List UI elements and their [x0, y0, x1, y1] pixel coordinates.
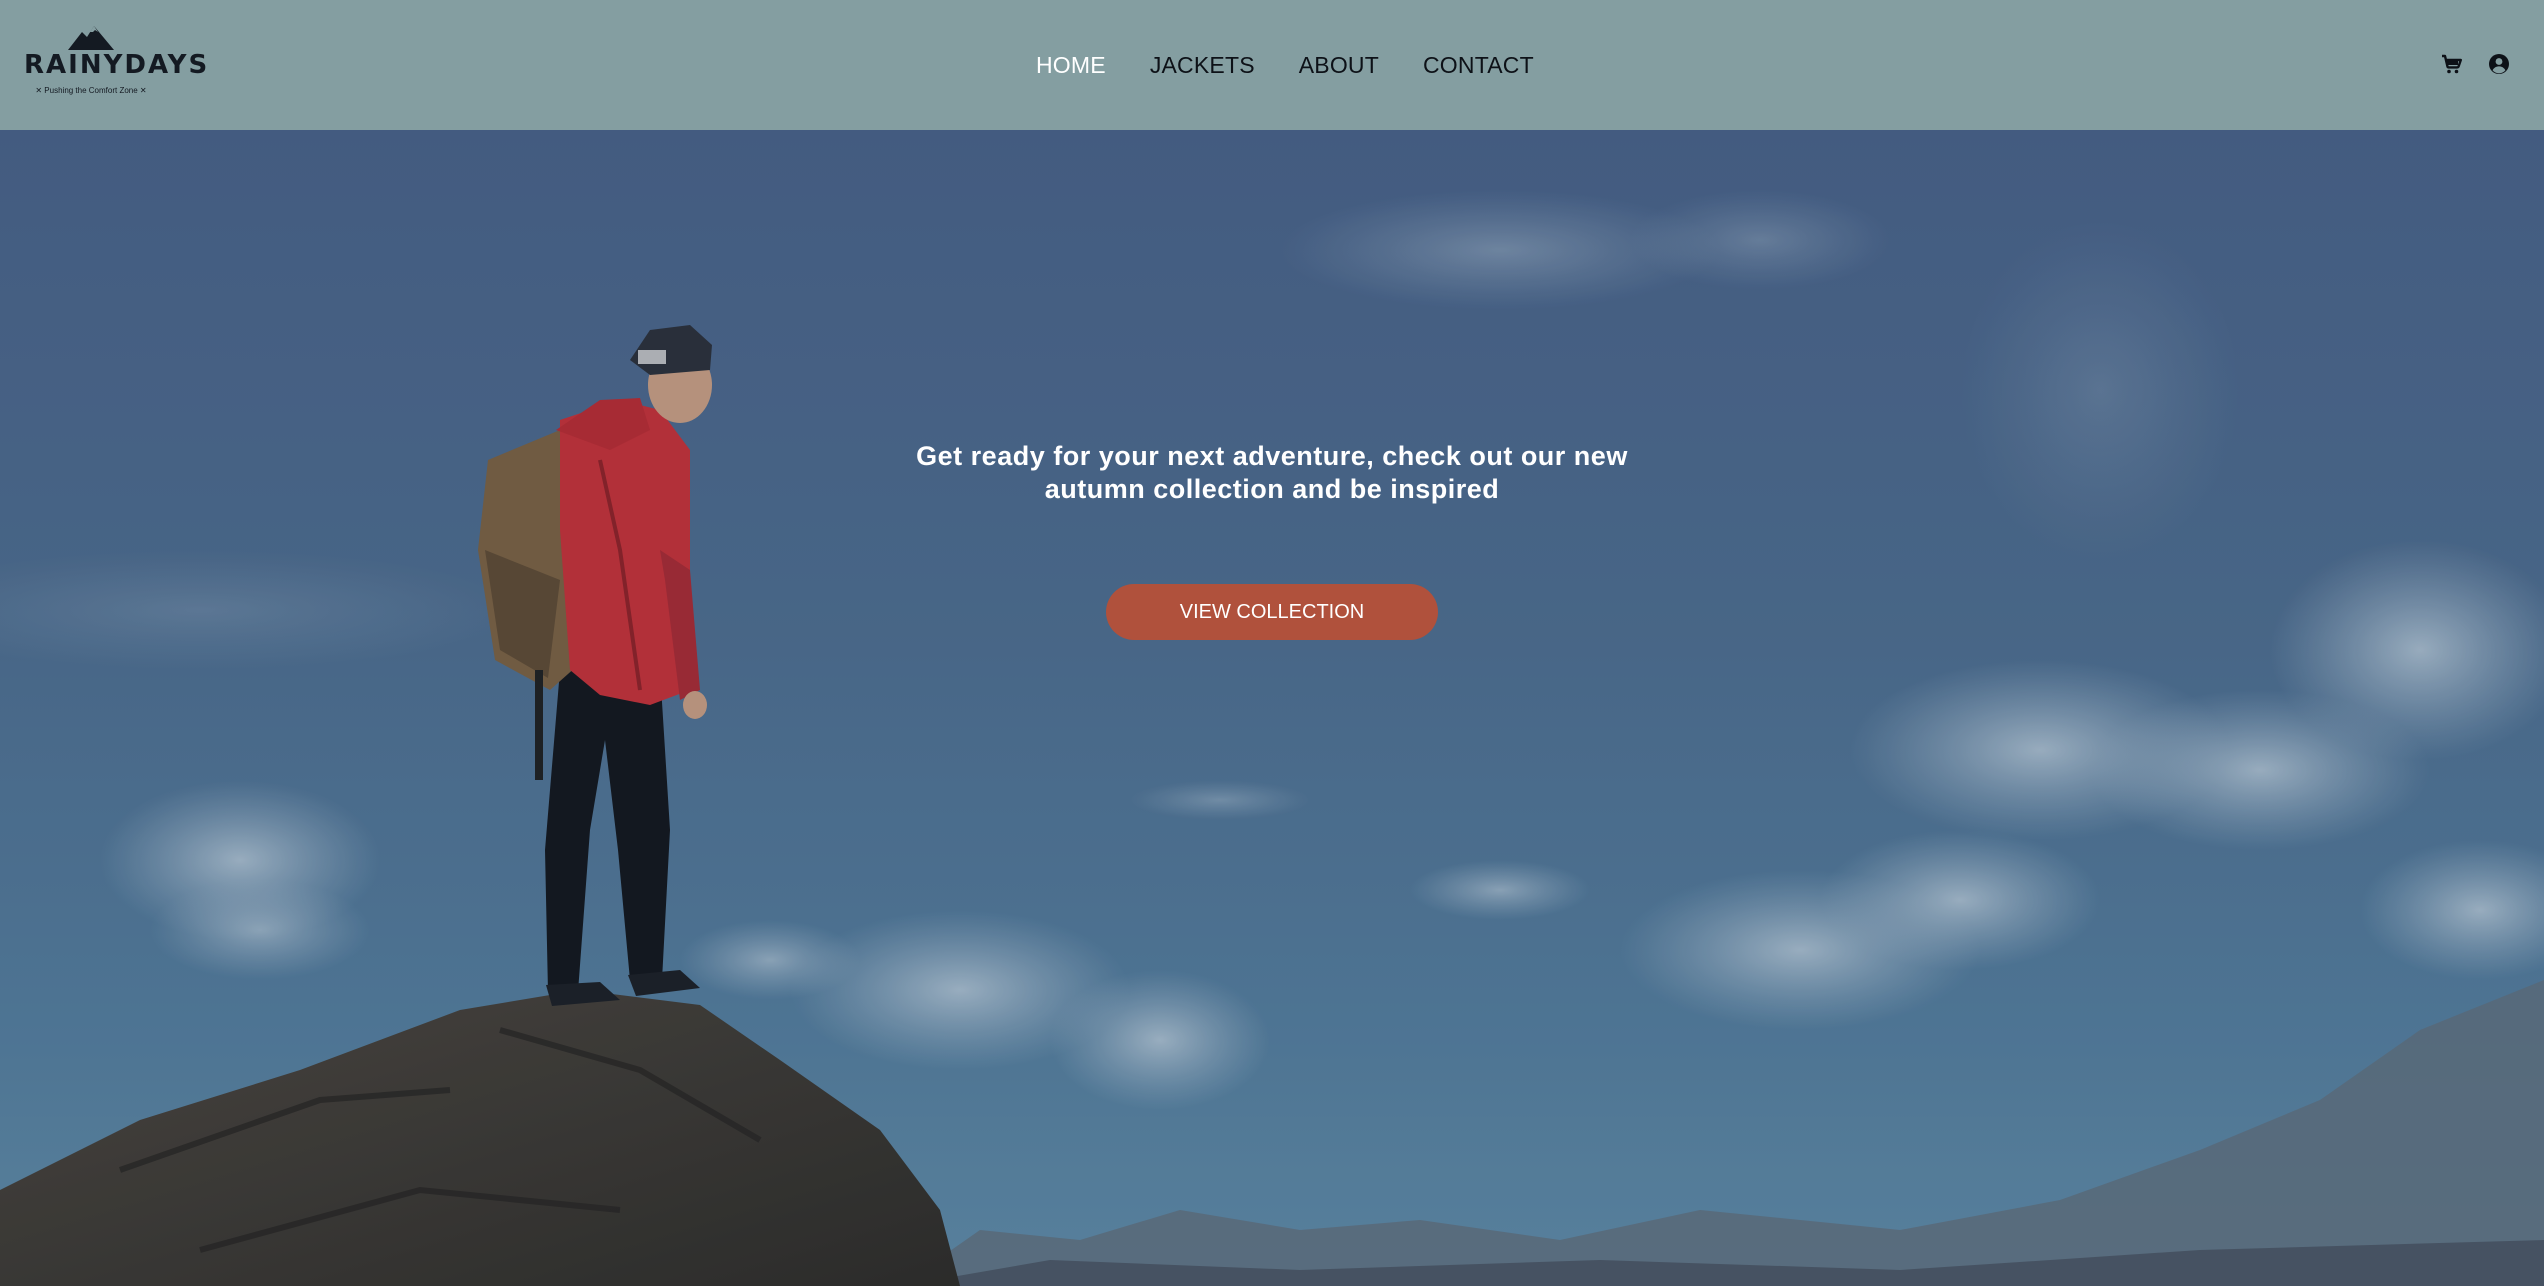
hero-headline-line1: Get ready for your next adventure, check…	[916, 441, 1628, 471]
account-icon[interactable]	[2487, 52, 2513, 78]
brand-logo[interactable]: RAINYDAYS ✕ Pushing the Comfort Zone ✕	[24, 24, 210, 100]
view-collection-button[interactable]: VIEW COLLECTION	[1106, 584, 1438, 640]
hero-headline: Get ready for your next adventure, check…	[900, 440, 1644, 506]
hero-headline-line2: autumn collection and be inspired	[1044, 474, 1500, 504]
nav-item-contact[interactable]: CONTACT	[1423, 52, 1534, 82]
nav-item-about[interactable]: ABOUT	[1299, 52, 1379, 82]
nav-item-jackets[interactable]: JACKETS	[1150, 52, 1255, 82]
brand-tagline: ✕ Pushing the Comfort Zone ✕	[35, 86, 147, 95]
hero-background-image	[0, 130, 2544, 1286]
hero-section: Get ready for your next adventure, check…	[0, 130, 2544, 1286]
nav-item-home[interactable]: HOME	[1036, 52, 1106, 82]
brand-name: RAINYDAYS	[24, 50, 210, 80]
page: RAINYDAYS ✕ Pushing the Comfort Zone ✕ H…	[0, 0, 2544, 1286]
main-nav: HOME JACKETS ABOUT CONTACT	[1036, 52, 1534, 82]
mountain-logo-icon	[68, 26, 114, 50]
cart-icon[interactable]	[2439, 52, 2465, 78]
site-header: RAINYDAYS ✕ Pushing the Comfort Zone ✕ H…	[0, 0, 2544, 130]
